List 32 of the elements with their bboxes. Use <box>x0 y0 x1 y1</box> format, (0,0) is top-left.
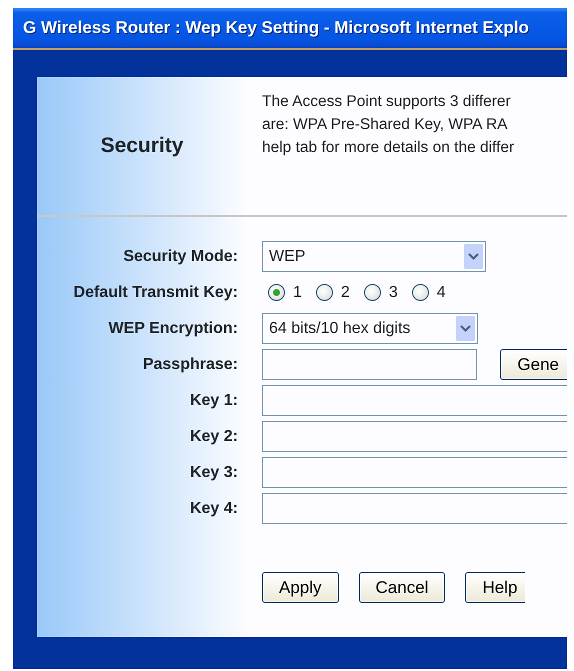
field-label: Passphrase: <box>142 354 238 374</box>
field-label: WEP Encryption: <box>108 318 238 338</box>
radio-label: 3 <box>388 282 398 302</box>
description-text: The Access Point supports 3 differer are: WPA Pre-Shared Key, WPA RA help tab for more details on the differ <box>261 92 516 158</box>
field-label: Key 2: <box>188 426 238 446</box>
input-field[interactable] <box>262 493 567 524</box>
input-field[interactable] <box>262 385 567 416</box>
window-title: G Wireless Router : Wep Key Setting - Microsoft Internet Explo <box>23 17 529 40</box>
field-label: Key 1: <box>188 390 238 410</box>
dropdown[interactable]: 64 bits/10 hex digits <box>262 313 478 344</box>
radio-button[interactable] <box>364 284 381 301</box>
field-label: Security Mode: <box>122 246 238 266</box>
dropdown[interactable]: WEP <box>262 241 486 272</box>
form-button[interactable]: Help <box>465 572 526 603</box>
form-button[interactable]: Cancel <box>358 572 446 603</box>
input-field[interactable] <box>262 457 567 488</box>
radio-label: 1 <box>293 282 302 302</box>
field-label: Key 3: <box>188 462 238 482</box>
input-field[interactable] <box>262 349 477 380</box>
radio-button[interactable] <box>268 284 285 301</box>
radio-label: 4 <box>436 282 446 302</box>
chevron-down-icon <box>464 244 483 269</box>
radio-button[interactable] <box>412 284 429 301</box>
radio-label: 2 <box>340 282 350 302</box>
field-label: Key 4: <box>188 498 238 518</box>
generate-button[interactable]: Gene <box>500 349 567 380</box>
section-title: Security <box>100 133 184 160</box>
input-field[interactable] <box>262 421 567 452</box>
field-label: Default Transmit Key: <box>72 282 238 302</box>
chevron-down-icon <box>456 316 475 341</box>
radio-button[interactable] <box>316 284 333 301</box>
form-button[interactable]: Apply <box>262 572 339 603</box>
